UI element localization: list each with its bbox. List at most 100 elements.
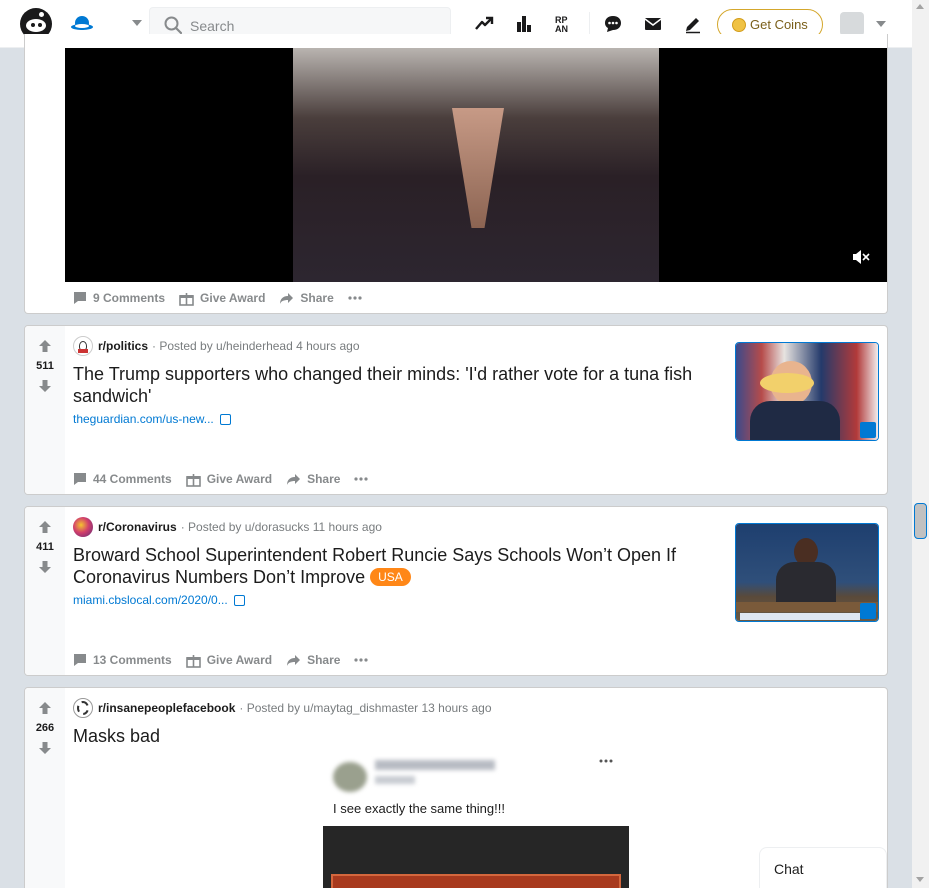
chat-icon[interactable] [603,14,623,34]
home-icon[interactable] [70,14,94,34]
create-post-icon[interactable] [683,14,703,34]
comments-label: 13 Comments [93,653,172,667]
blurred-time [375,776,415,784]
comments-button[interactable]: 9 Comments [73,291,165,305]
upvote-icon[interactable] [39,340,51,352]
share-label: Share [307,653,341,667]
scrollbar[interactable] [912,0,929,888]
search-input[interactable] [190,16,440,36]
post-title[interactable]: Masks bad [73,725,723,747]
post-link-text: miami.cbslocal.com/2020/0... [73,593,228,607]
subreddit-name[interactable]: r/Coronavirus [98,520,177,534]
downvote-icon[interactable] [39,742,51,754]
post-title[interactable]: The Trump supporters who changed their m… [73,363,723,407]
vote-count: 511 [36,360,54,372]
external-link-icon [233,594,245,606]
image-text: I see exactly the same thing!!! [333,801,505,816]
post-card[interactable]: 411 r/Coronavirus · Posted by u/dorasuck… [24,506,888,676]
give-award-button[interactable]: Give Award [185,472,273,487]
blurred-avatar [333,762,367,792]
thumbnail-suit [750,401,840,440]
share-icon [287,654,301,666]
downvote-icon[interactable] [39,380,51,392]
gift-icon [179,292,194,306]
comments-button[interactable]: 44 Comments [73,472,172,486]
chevron-down-icon[interactable] [876,21,886,27]
gift-icon [185,654,201,668]
post-link[interactable]: theguardian.com/us-new... [73,412,231,426]
post-meta: r/politics · Posted by u/heinderhead 4 h… [73,336,360,356]
post-image[interactable]: I see exactly the same thing!!! [323,756,629,888]
comment-icon [74,473,86,485]
more-icon [354,658,369,662]
subreddit-icon-stripe [78,349,88,353]
share-button[interactable]: Share [279,291,334,305]
post-link-text: theguardian.com/us-new... [73,412,214,426]
flair-badge[interactable]: USA [370,568,411,586]
post-title[interactable]: Broward School Superintendent Robert Run… [73,544,723,588]
post-thumbnail[interactable] [735,342,879,441]
logo-face [26,19,46,32]
logo-eye-right [38,23,42,27]
more-options-button[interactable] [354,658,374,662]
video-player[interactable] [65,48,887,282]
subreddit-icon[interactable] [73,336,93,356]
more-options-button[interactable] [354,477,374,481]
scrollbar-thumb[interactable] [914,503,927,539]
upvote-icon[interactable] [39,521,51,533]
header-divider [589,12,590,36]
external-link-icon [219,413,231,425]
image-photo-object [331,874,621,888]
give-award-label: Give Award [206,472,273,486]
share-icon [287,473,301,485]
more-icon [599,759,613,763]
thumbnail-suit [776,562,836,606]
give-award-button[interactable]: Give Award [179,291,265,306]
comment-icon [74,292,86,304]
more-options-button[interactable] [348,296,368,300]
downvote-icon[interactable] [39,561,51,573]
post-card[interactable]: 511 r/politics · Posted by u/heinderhead… [24,325,888,495]
thumbnail-caption-bar [740,613,860,620]
chat-label: Chat [774,861,804,877]
chevron-down-icon[interactable] [132,20,142,26]
share-button[interactable]: Share [286,472,340,486]
post-meta: r/Coronavirus · Posted by u/dorasucks 11… [73,517,382,537]
thumbnail-image [736,343,878,440]
subreddit-icon[interactable] [73,698,93,718]
rpan-icon[interactable]: RP AN [554,14,574,34]
image-photo [323,826,629,888]
vote-bar: 511 [25,326,65,494]
more-icon [354,477,369,481]
avatar[interactable] [840,12,864,36]
share-icon [280,292,294,304]
get-coins-label: Get Coins [750,17,808,32]
share-button[interactable]: Share [286,653,340,667]
posted-by: · Posted by u/maytag_dishmaster 13 hours… [239,701,492,715]
leaderboard-icon[interactable] [514,14,534,34]
post-thumbnail[interactable] [735,523,879,622]
scroll-down-arrow-icon[interactable] [916,877,924,882]
mute-icon[interactable] [852,249,870,265]
subreddit-icon[interactable] [73,517,93,537]
post-actions: 9 Comments Give Award Share [73,288,382,308]
mail-icon[interactable] [643,14,663,34]
give-award-label: Give Award [206,653,273,667]
external-link-icon [860,603,876,619]
trending-icon[interactable] [474,14,494,34]
subreddit-name[interactable]: r/politics [98,339,148,353]
give-award-button[interactable]: Give Award [185,653,273,668]
vote-bar: 266 [25,688,65,888]
upvote-icon[interactable] [39,702,51,714]
coin-icon [732,18,746,32]
comments-button[interactable]: 13 Comments [73,653,172,667]
video-frame [293,48,659,282]
share-label: Share [307,472,341,486]
subreddit-name[interactable]: r/insanepeoplefacebook [98,701,235,715]
post-link[interactable]: miami.cbslocal.com/2020/0... [73,593,245,607]
post-card-video[interactable]: 9 Comments Give Award Share [24,34,888,314]
scroll-up-arrow-icon[interactable] [916,4,924,9]
share-label: Share [300,291,334,305]
chat-button[interactable]: Chat [759,847,887,888]
vote-count: 411 [36,541,54,553]
